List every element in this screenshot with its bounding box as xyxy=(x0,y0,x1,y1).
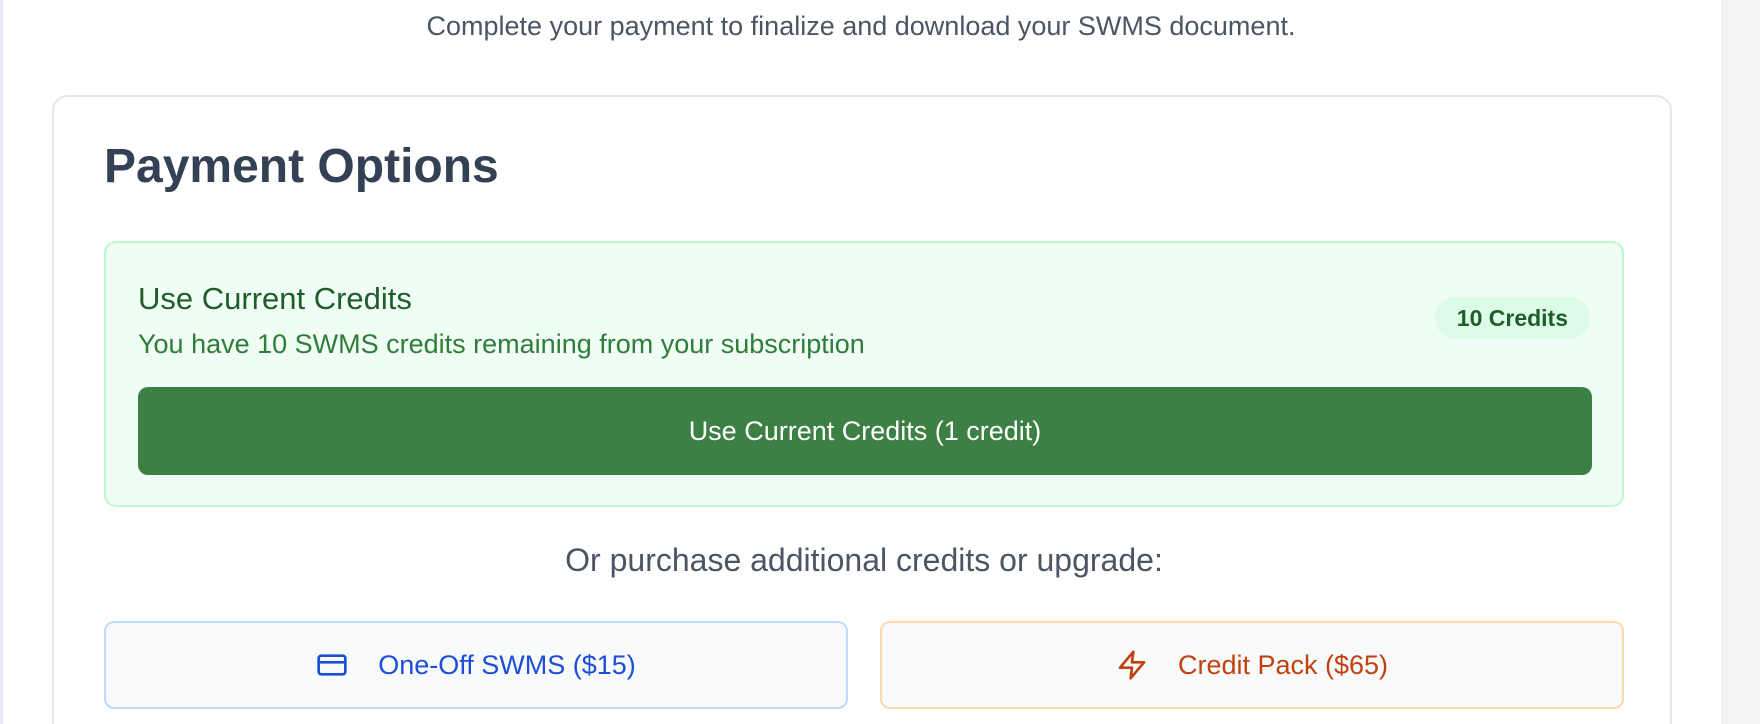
current-credits-subtitle: You have 10 SWMS credits remaining from … xyxy=(138,329,865,359)
left-divider xyxy=(0,0,3,724)
payment-page: Complete your payment to finalize and do… xyxy=(0,0,1760,724)
credit-pack-button[interactable]: Credit Pack ($65) xyxy=(880,621,1624,709)
one-off-swms-button[interactable]: One-Off SWMS ($15) xyxy=(104,621,848,709)
purchase-options-prompt: Or purchase additional credits or upgrad… xyxy=(565,542,1163,578)
use-current-credits-button[interactable]: Use Current Credits (1 credit) xyxy=(138,387,1592,475)
right-scroll-gutter xyxy=(1722,0,1760,724)
current-credits-panel: Use Current Credits You have 10 SWMS cre… xyxy=(104,241,1624,507)
credit-card-icon xyxy=(316,649,348,681)
intro-text: Complete your payment to finalize and do… xyxy=(426,11,1296,41)
page-title: Payment Options xyxy=(104,140,499,193)
credits-count-badge: 10 Credits xyxy=(1434,297,1590,339)
payment-options-card: Payment Options Use Current Credits You … xyxy=(52,95,1672,724)
current-credits-heading: Use Current Credits xyxy=(138,281,412,316)
credit-pack-label: Credit Pack ($65) xyxy=(1177,649,1389,680)
lightning-bolt-icon xyxy=(1116,649,1148,681)
one-off-swms-label: One-Off SWMS ($15) xyxy=(378,649,636,680)
